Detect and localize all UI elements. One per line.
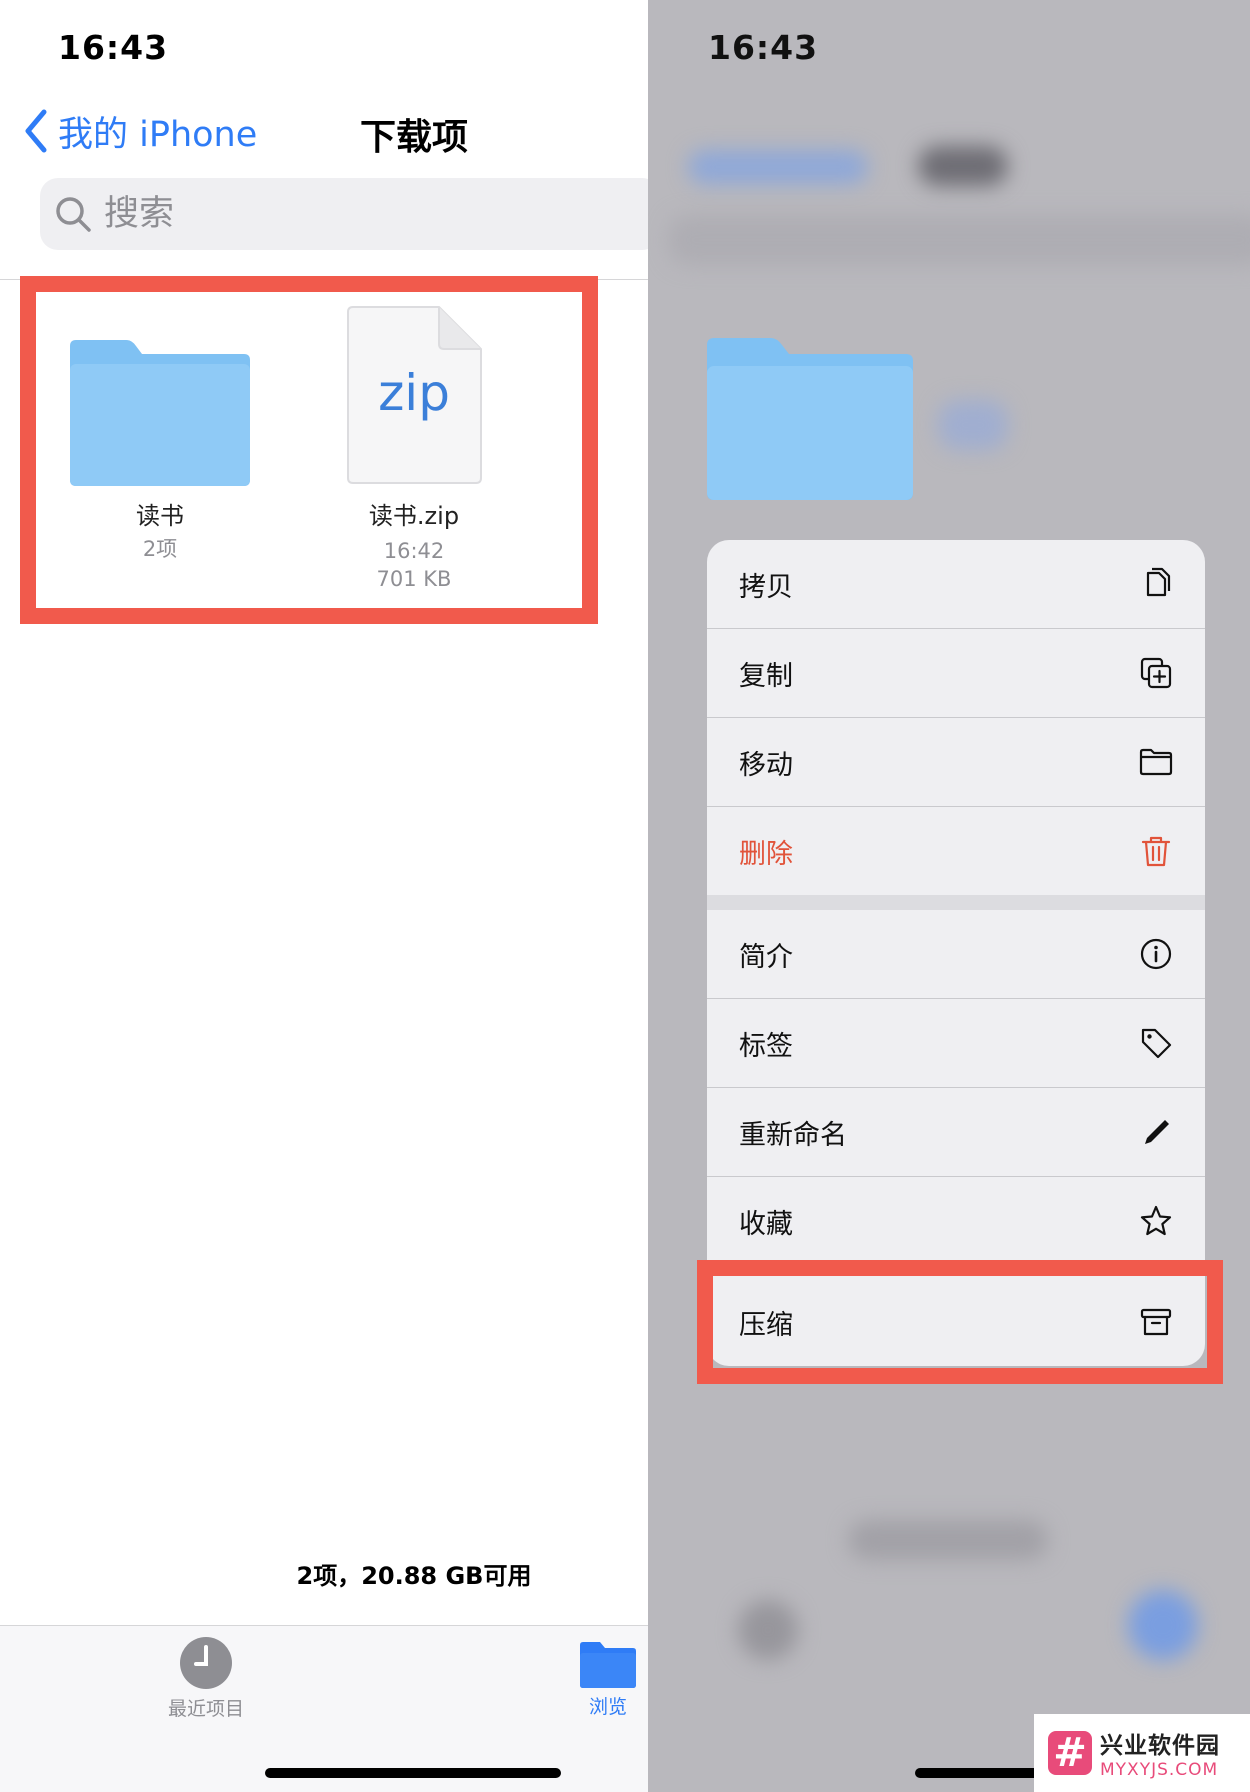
files-browser-panel: 16:43 我的 iPhone 下载项 读书 2项 zip 读书.zip 16:… <box>0 0 648 1792</box>
tab-label: 最近项目 <box>167 1698 244 1720</box>
context-menu-panel: 16:43 拷贝 复制 移动 删除 简介 标签 重新命名 收藏 压缩 <box>648 0 1250 1792</box>
tab-browse[interactable]: 浏览 <box>568 1642 648 1719</box>
context-menu: 拷贝 复制 移动 删除 简介 标签 重新命名 收藏 压缩 <box>707 540 1205 1366</box>
menu-item-favorite[interactable]: 收藏 <box>707 1177 1205 1265</box>
menu-item-label: 移动 <box>739 749 793 781</box>
pencil-icon <box>1145 1120 1169 1144</box>
status-time: 16:43 <box>58 28 169 67</box>
menu-item-label: 简介 <box>739 941 793 973</box>
watermark-line2: MYXYJS.COM <box>1100 1760 1219 1780</box>
files-highlight-box <box>20 276 598 624</box>
tab-label: 浏览 <box>588 1696 627 1718</box>
page-title: 下载项 <box>360 117 469 158</box>
blurred-tab-icon <box>1128 1590 1198 1660</box>
menu-group-separator <box>707 895 1205 910</box>
menu-item-copy[interactable]: 拷贝 <box>707 540 1205 628</box>
back-button[interactable]: 我的 iPhone <box>22 106 257 156</box>
blurred-back-button <box>688 150 868 184</box>
menu-item-rename[interactable]: 重新命名 <box>707 1088 1205 1176</box>
menu-item-label: 收藏 <box>739 1208 793 1240</box>
watermark-logo: # 兴业软件园 MYXYJS.COM <box>1034 1714 1250 1792</box>
menu-item-info[interactable]: 简介 <box>707 910 1205 998</box>
compress-highlight-box <box>697 1260 1223 1384</box>
menu-item-label: 标签 <box>739 1030 793 1062</box>
menu-item-move[interactable]: 移动 <box>707 718 1205 806</box>
trash-icon <box>1141 836 1171 867</box>
menu-item-delete[interactable]: 删除 <box>707 807 1205 895</box>
duplicate-icon <box>1140 657 1172 689</box>
blurred-title <box>918 146 1008 186</box>
blurred-zip <box>938 400 1008 450</box>
copy-icon <box>1146 567 1171 597</box>
tab-recents[interactable]: 最近项目 <box>146 1636 266 1721</box>
watermark-line1: 兴业软件园 <box>1100 1733 1220 1759</box>
menu-item-duplicate[interactable]: 复制 <box>707 629 1205 717</box>
menu-item-label: 拷贝 <box>739 571 793 603</box>
menu-item-tags[interactable]: 标签 <box>707 999 1205 1087</box>
menu-item-label: 删除 <box>739 838 793 870</box>
folder-icon <box>1139 748 1173 776</box>
home-indicator <box>265 1768 561 1778</box>
tag-icon <box>1141 1028 1172 1059</box>
menu-item-label: 重新命名 <box>739 1119 847 1151</box>
blurred-search <box>668 215 1250 265</box>
folder-icon <box>707 338 913 500</box>
info-icon <box>1140 938 1172 970</box>
search-field[interactable] <box>40 178 648 250</box>
menu-item-label: 复制 <box>739 660 793 692</box>
back-label: 我的 iPhone <box>58 114 258 155</box>
search-input[interactable] <box>102 193 586 235</box>
storage-info: 2项，20.88 GB可用 <box>296 1562 532 1590</box>
star-icon <box>1140 1205 1172 1236</box>
hash-icon: # <box>1048 1730 1092 1776</box>
status-time: 16:43 <box>708 28 819 67</box>
search-icon <box>56 197 91 232</box>
blurred-footer <box>848 1520 1048 1560</box>
tab-bar: 最近项目 浏览 <box>0 1625 648 1792</box>
clock-icon <box>180 1637 232 1689</box>
blurred-tab-icon <box>738 1600 798 1660</box>
chevron-left-icon <box>25 109 47 153</box>
folder-icon <box>580 1642 636 1688</box>
